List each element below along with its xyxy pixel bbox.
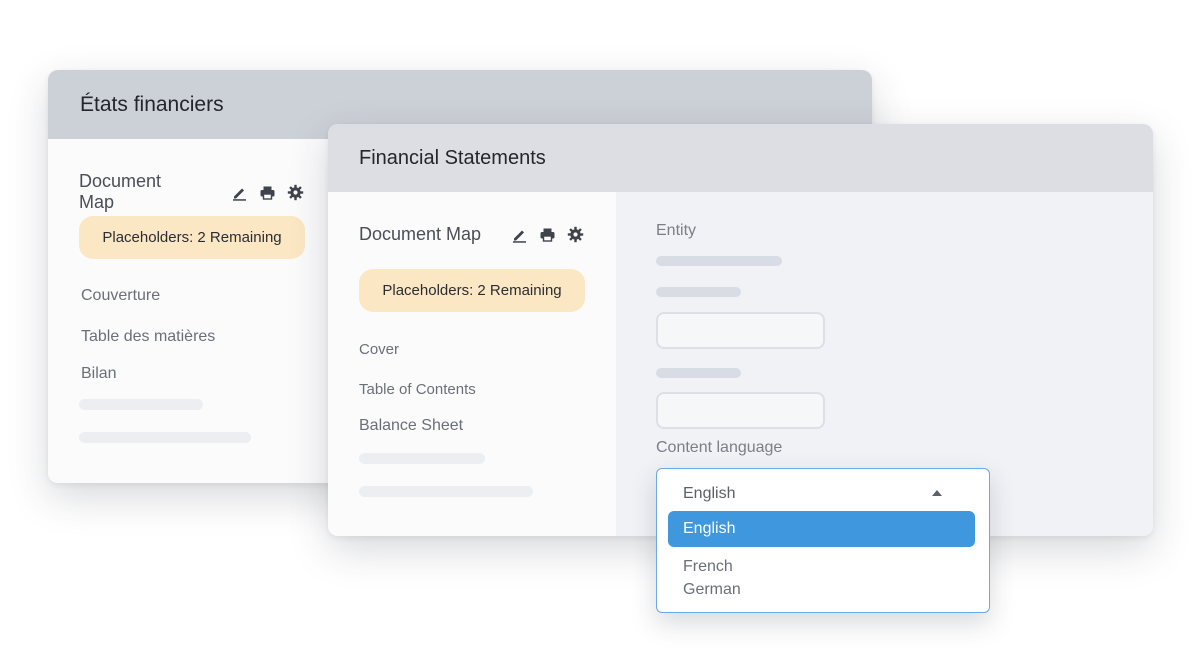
document-map-panel: Document Map Placeholders: 2 Remaining C… (328, 192, 616, 536)
field-label-placeholder (656, 287, 741, 297)
skeleton-line (79, 399, 203, 410)
placeholders-badge: Placeholders: 2 Remaining (359, 269, 585, 312)
option-french[interactable]: French (683, 558, 733, 576)
nav-item-bilan[interactable]: Bilan (81, 365, 117, 383)
entity-placeholder-bar (656, 256, 782, 266)
content-language-label: Content language (656, 439, 783, 456)
option-german[interactable]: German (683, 581, 741, 599)
nav-item-cover[interactable]: Cover (359, 341, 399, 358)
document-map-actions (511, 226, 584, 243)
placeholders-badge: Placeholders: 2 Remaining (79, 216, 305, 259)
skeleton-line (359, 486, 533, 497)
option-english[interactable]: English (668, 511, 975, 547)
nav-item-table-of-contents[interactable]: Table of Contents (359, 381, 476, 398)
entity-label: Entity (656, 222, 697, 239)
skeleton-line (359, 453, 485, 464)
skeleton-line (79, 432, 251, 443)
document-map-title: Document Map (79, 171, 162, 212)
document-map-actions (231, 184, 304, 201)
content-language-select[interactable]: English English French German (656, 468, 990, 613)
caret-up-icon[interactable] (932, 490, 942, 496)
text-input[interactable] (656, 392, 825, 429)
pencil-icon[interactable] (231, 184, 248, 201)
nav-item-balance-sheet[interactable]: Balance Sheet (359, 417, 463, 435)
text-input[interactable] (656, 312, 825, 349)
select-current-value[interactable]: English (683, 485, 735, 503)
pencil-icon[interactable] (511, 226, 528, 243)
document-map-header: Document Map (359, 224, 584, 245)
gear-icon[interactable] (287, 184, 304, 201)
window-title: Financial Statements (328, 124, 1153, 192)
nav-item-table-des-matieres[interactable]: Table des matières (81, 328, 215, 346)
nav-item-couverture[interactable]: Couverture (81, 287, 160, 305)
field-label-placeholder (656, 368, 741, 378)
document-map-panel: Document Map Placeholders: 2 Remaining C… (48, 139, 305, 483)
document-map-title: Document Map (359, 224, 482, 244)
printer-icon[interactable] (259, 184, 276, 201)
gear-icon[interactable] (567, 226, 584, 243)
printer-icon[interactable] (539, 226, 556, 243)
document-map-header: Document Map (79, 171, 304, 213)
